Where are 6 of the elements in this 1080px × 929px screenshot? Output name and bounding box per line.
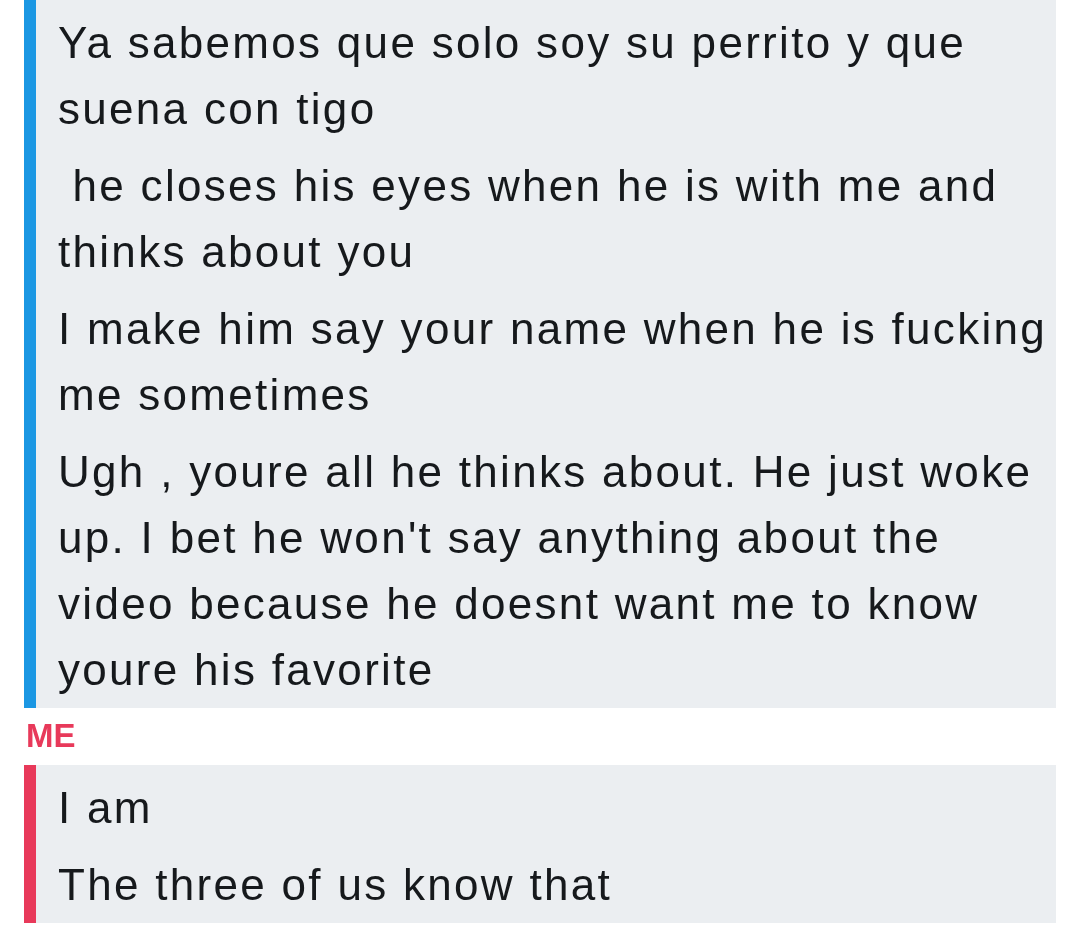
message-text: The three of us know that	[58, 859, 613, 911]
message-text: I am	[58, 782, 154, 834]
message-text: I make him say your name when he is fucking me sometimes	[58, 303, 1049, 421]
message-text: he closes his eyes when he is with me and thinks about you	[58, 160, 1000, 278]
sender-name: ME	[26, 718, 76, 754]
message-text: Ugh , youre all he thinks about. He just woke up. I bet he won't say anything about the video because he doesnt want me to know youre his favorite	[58, 446, 1034, 696]
